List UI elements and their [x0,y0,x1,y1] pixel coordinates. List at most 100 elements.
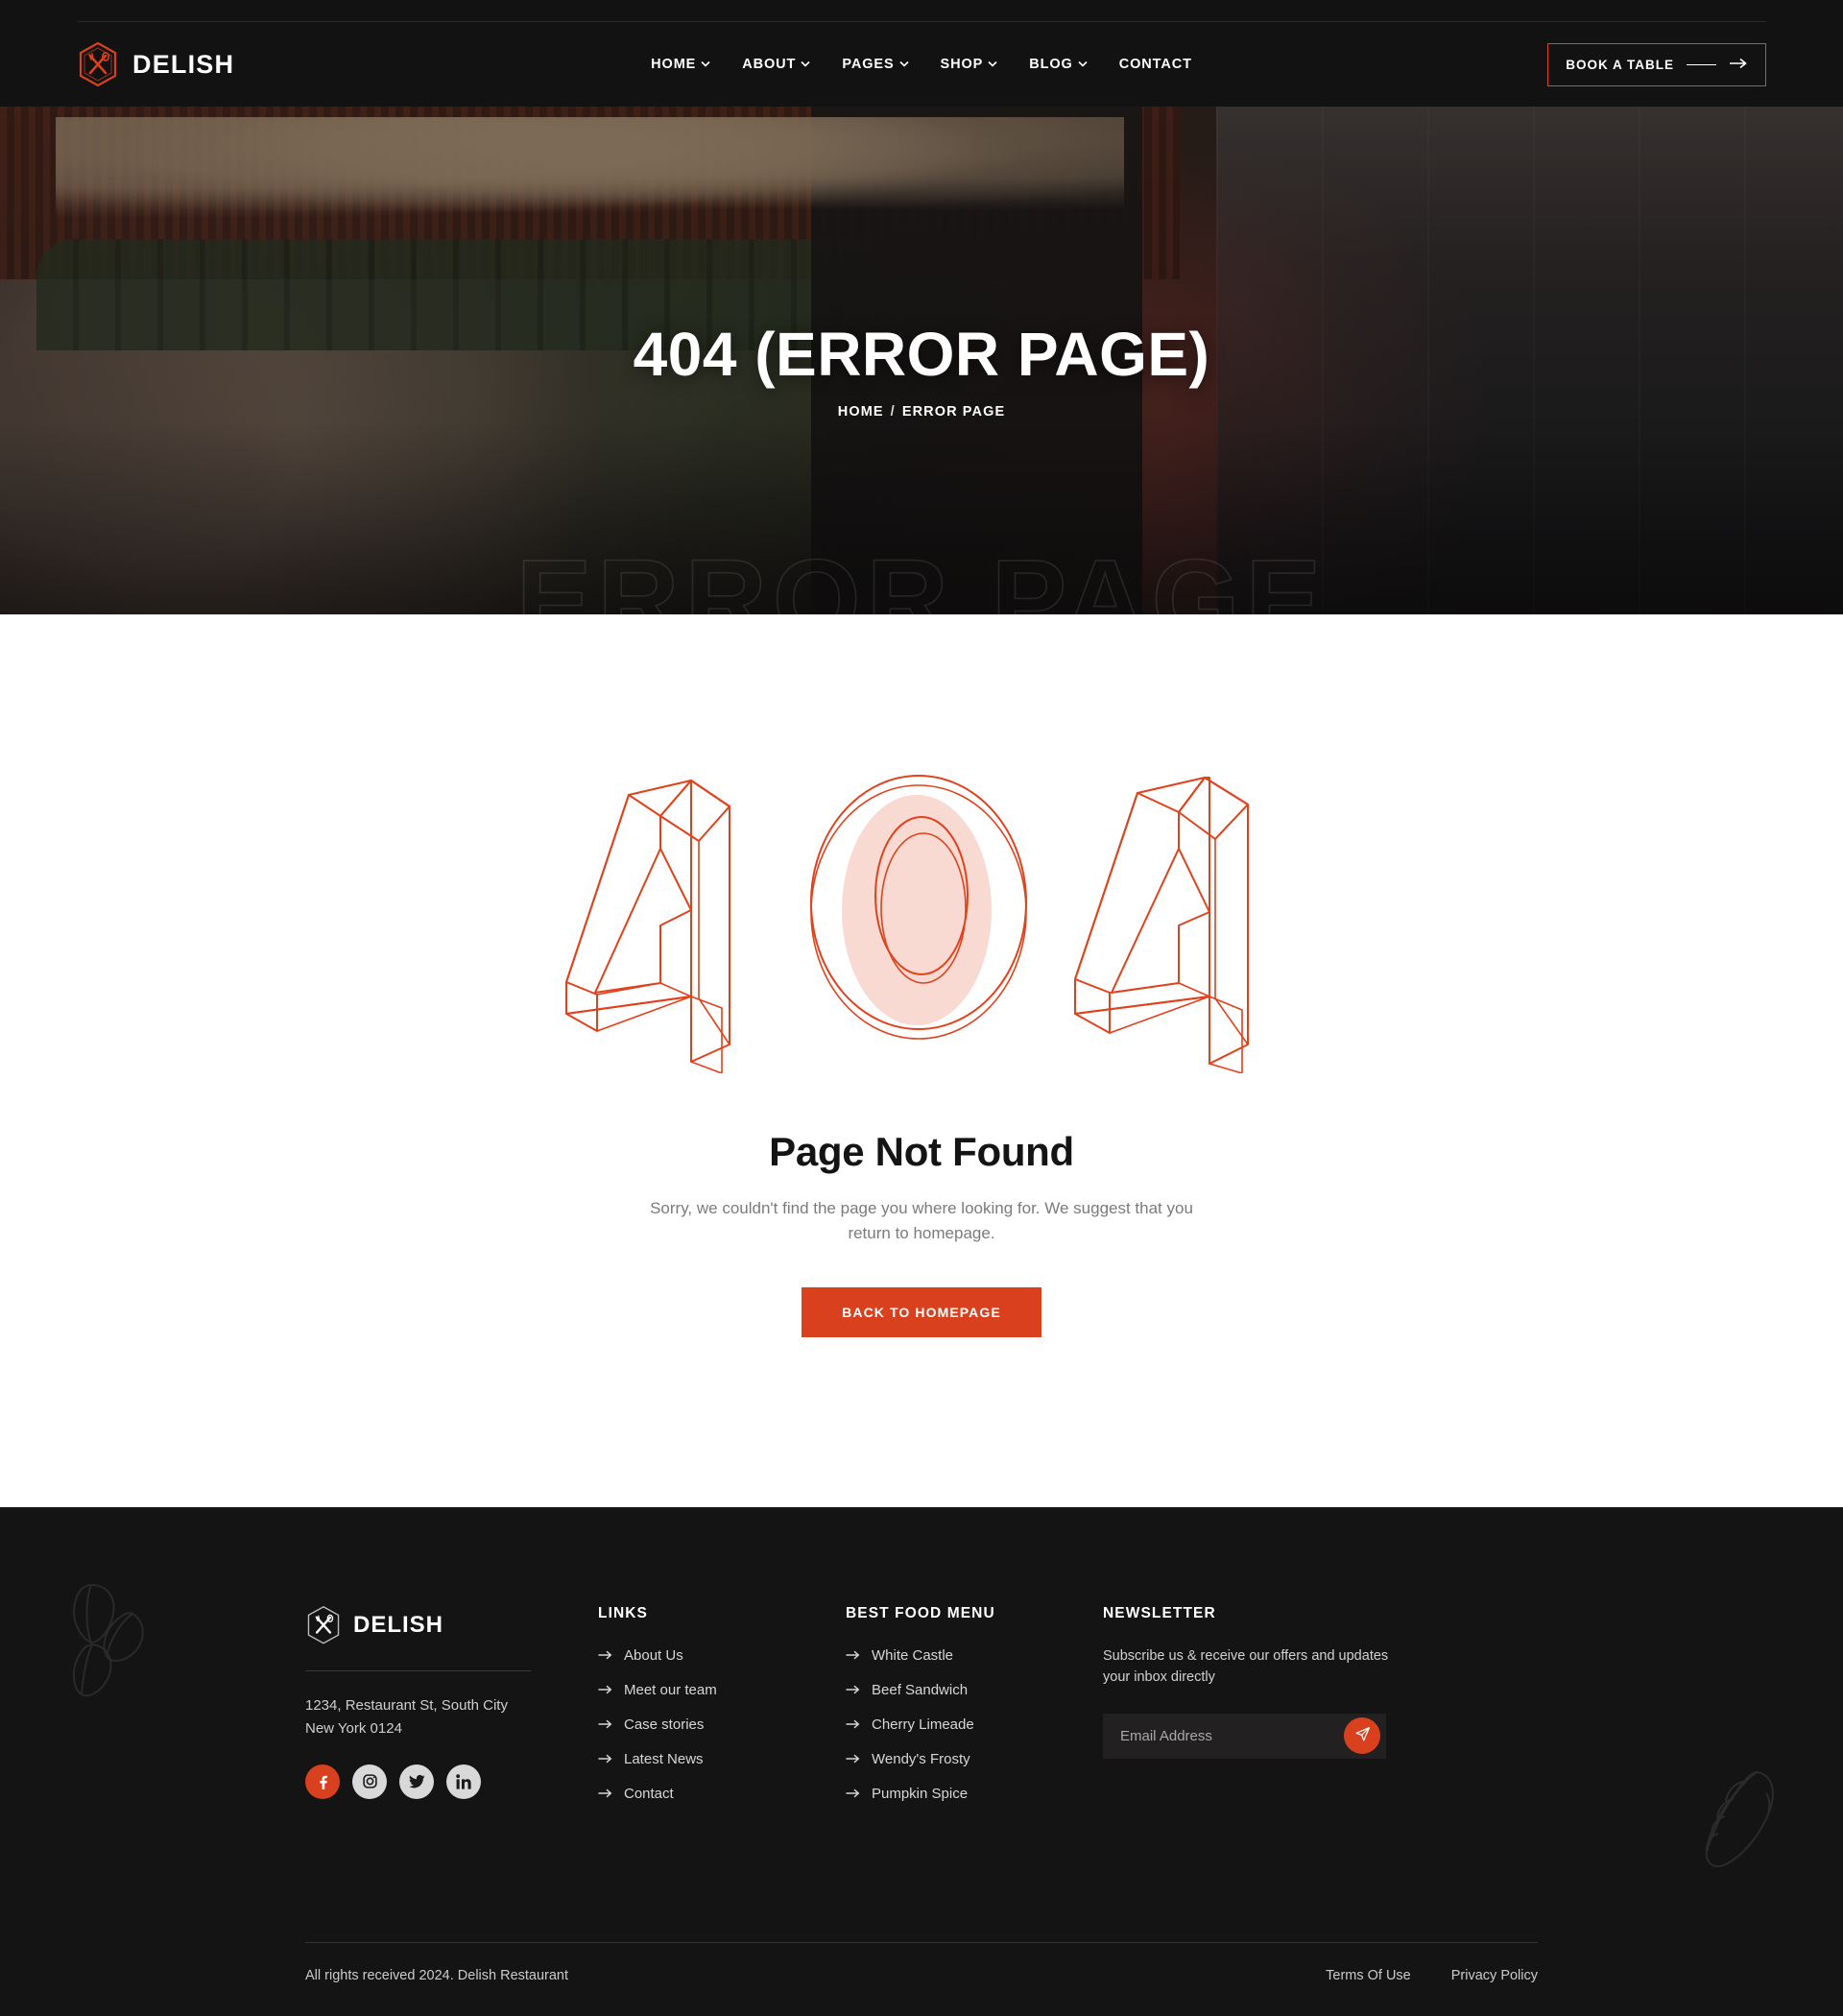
404-graphic [538,756,1305,1073]
back-to-homepage-button[interactable]: BACK TO HOMEPAGE [802,1286,1041,1337]
footer-bottom-bar: All rights received 2024. Delish Restaur… [305,1968,1538,1983]
arrow-right-icon [598,1786,612,1802]
list-item[interactable]: Cherry Limeade [846,1716,1103,1733]
nav-item-pages[interactable]: PAGES [842,57,909,72]
footer-columns: DELISH 1234, Restaurant St, South City N… [305,1605,1544,1820]
chevron-down-icon [801,60,810,69]
arrow-right-icon [598,1751,612,1767]
list-item[interactable]: Case stories [598,1716,846,1733]
arrow-right-icon [598,1716,612,1733]
breadcrumb: HOME / ERROR PAGE [838,404,1005,420]
list-item[interactable]: White Castle [846,1647,1103,1664]
nav-label: CONTACT [1118,57,1192,72]
arrow-right-icon [846,1716,860,1733]
site-header: DELISH HOME ABOUT PAGES SHOP BLOG CONTAC… [0,22,1843,107]
coffee-beans-icon [60,1579,152,1705]
hero-content: 404 (ERROR PAGE) HOME / ERROR PAGE [0,107,1843,614]
link-label: Latest News [624,1751,704,1767]
terms-of-use-link[interactable]: Terms Of Use [1326,1968,1411,1983]
bread-loaf-icon [1701,1759,1797,1900]
breadcrumb-separator: / [890,403,896,420]
book-a-table-button[interactable]: BOOK A TABLE [1547,42,1766,86]
arrow-right-icon [846,1647,860,1664]
link-label: Contact [624,1786,674,1802]
menu-list: White Castle Beef Sandwich Cherry Limead… [846,1647,1103,1802]
nav-item-home[interactable]: HOME [651,57,710,72]
nav-item-about[interactable]: ABOUT [742,57,810,72]
privacy-policy-link[interactable]: Privacy Policy [1451,1968,1538,1983]
social-links [305,1764,574,1799]
breadcrumb-home[interactable]: HOME [838,404,884,420]
hero-banner: ERROR PAGE 404 (ERROR PAGE) HOME / ERROR… [0,107,1843,614]
list-item[interactable]: Wendy's Frosty [846,1751,1103,1767]
links-list: About Us Meet our team Case stories Late… [598,1647,846,1802]
list-item[interactable]: About Us [598,1647,846,1664]
book-a-table-label: BOOK A TABLE [1566,57,1674,72]
hexagon-fork-spoon-icon [305,1605,342,1645]
menu-label: Pumpkin Spice [872,1786,969,1802]
chevron-down-icon [701,60,710,69]
list-item[interactable]: Meet our team [598,1682,846,1698]
linkedin-icon[interactable] [446,1764,481,1799]
nav-item-shop[interactable]: SHOP [941,57,997,72]
not-found-description: Sorry, we couldn't find the page you whe… [650,1199,1193,1243]
instagram-icon[interactable] [352,1764,387,1799]
arrow-right-icon [846,1682,860,1698]
brand-logo[interactable]: DELISH [77,41,234,87]
paper-plane-icon [1354,1726,1371,1745]
arrow-right-icon [598,1682,612,1698]
newsletter-submit-button[interactable] [1344,1717,1380,1755]
newsletter-title: NEWSLETTER [1103,1605,1216,1621]
menu-label: White Castle [872,1647,954,1664]
menu-label: Beef Sandwich [872,1682,969,1698]
page-title: 404 (ERROR PAGE) [633,320,1210,390]
nav-label: BLOG [1029,57,1073,72]
arrow-right-icon [1729,58,1748,72]
newsletter-description: Subscribe us & receive our offers and up… [1103,1648,1389,1686]
link-label: Case stories [624,1716,705,1733]
brand-name: DELISH [132,49,235,79]
footer-divider [305,1670,531,1671]
newsletter-form [1103,1713,1386,1759]
list-item[interactable]: Latest News [598,1751,846,1767]
footer-menu-column: BEST FOOD MENU White Castle Beef Sandwic… [846,1605,1103,1820]
nav-label: ABOUT [742,57,797,72]
link-label: Meet our team [624,1682,717,1698]
chevron-down-icon [988,60,997,69]
arrow-right-icon [846,1751,860,1767]
list-item[interactable]: Pumpkin Spice [846,1786,1103,1802]
nav-label: SHOP [940,57,984,72]
list-item[interactable]: Beef Sandwich [846,1682,1103,1698]
nav-item-contact[interactable]: CONTACT [1119,57,1192,72]
page-root: DELISH HOME ABOUT PAGES SHOP BLOG CONTAC… [0,0,1843,2016]
list-item[interactable]: Contact [598,1786,846,1802]
chevron-down-icon [898,60,909,69]
footer-brand-name: DELISH [353,1612,444,1638]
error-section: Page Not Found Sorry, we couldn't find t… [0,614,1843,1507]
footer-bottom-divider [305,1942,1538,1943]
breadcrumb-current: ERROR PAGE [901,403,1006,420]
nav-item-blog[interactable]: BLOG [1029,57,1088,72]
copyright-text: All rights received 2024. Delish Restaur… [305,1968,569,1983]
divider-line [1687,63,1716,65]
menu-title: BEST FOOD MENU [846,1605,995,1621]
nav-label: HOME [651,57,697,72]
twitter-icon[interactable] [399,1764,434,1799]
not-found-heading: Page Not Found [769,1129,1074,1174]
links-title: LINKS [598,1605,648,1621]
arrow-right-icon [846,1786,860,1802]
address-line-2: New York 0124 [305,1720,402,1738]
menu-label: Cherry Limeade [872,1716,974,1733]
chevron-down-icon [1078,60,1088,69]
link-label: About Us [624,1647,683,1664]
arrow-right-icon [598,1647,612,1664]
nav-label: PAGES [842,57,895,72]
footer-links-column: LINKS About Us Meet our team Case storie… [598,1605,846,1820]
legal-links: Terms Of Use Privacy Policy [1326,1968,1538,1983]
facebook-icon[interactable] [305,1764,340,1799]
footer-logo[interactable]: DELISH [305,1605,574,1645]
menu-label: Wendy's Frosty [872,1751,970,1767]
footer-brand-column: DELISH 1234, Restaurant St, South City N… [305,1605,574,1820]
address-line-1: 1234, Restaurant St, South City [305,1697,508,1714]
hexagon-fork-spoon-icon [77,41,119,87]
